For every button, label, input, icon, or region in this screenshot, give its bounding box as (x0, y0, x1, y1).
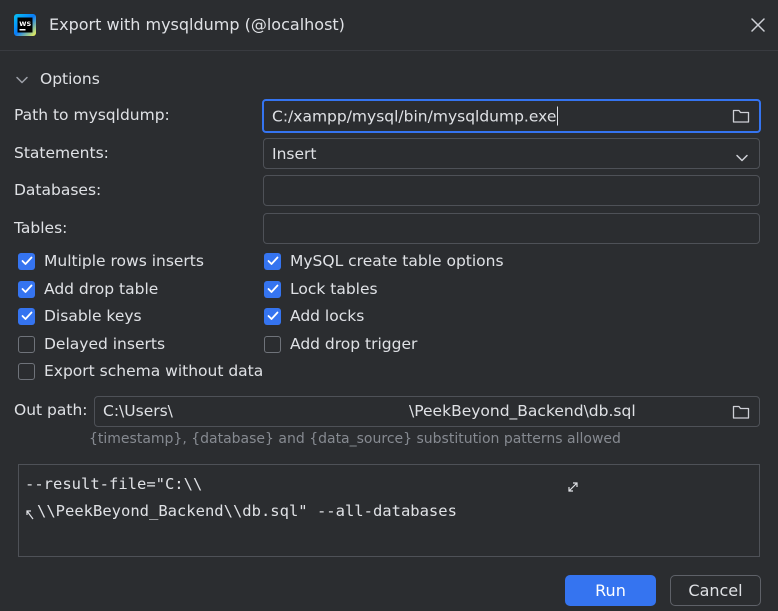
close-icon[interactable] (748, 15, 768, 35)
checkbox-unchecked-icon[interactable] (264, 335, 281, 353)
checkbox-checked-icon[interactable] (264, 252, 281, 270)
path-value-wrap: C:/xampp/mysql/bin/mysqldump.exe (272, 106, 559, 126)
checkbox-mysql-create-table-options[interactable]: MySQL create table options (264, 252, 504, 270)
checkbox-checked-icon[interactable] (264, 280, 281, 298)
webstorm-app-icon: WS (14, 14, 36, 36)
checkbox-lock-tables[interactable]: Lock tables (264, 280, 378, 298)
browse-folder-icon[interactable] (732, 108, 750, 124)
preview-line-1: --result-file="C:\\ (25, 475, 203, 493)
checkbox-disable-keys[interactable]: Disable keys (18, 307, 142, 325)
path-value: C:/xampp/mysql/bin/mysqldump.exe (272, 107, 557, 126)
cancel-button[interactable]: Cancel (670, 575, 761, 606)
title-divider (0, 50, 778, 51)
statements-value: Insert (272, 144, 317, 163)
dialog-title: Export with mysqldump (@localhost) (49, 15, 345, 34)
chevron-down-icon[interactable] (15, 73, 29, 87)
text-caret (557, 106, 559, 126)
checkbox-label: Add drop trigger (290, 335, 418, 353)
checkbox-checked-icon[interactable] (18, 280, 35, 298)
checkbox-label: Lock tables (290, 280, 378, 298)
browse-folder-icon[interactable] (732, 404, 750, 420)
checkbox-label: Delayed inserts (44, 335, 166, 353)
checkbox-checked-icon[interactable] (18, 252, 35, 270)
options-section-toggle[interactable]: Options (40, 70, 100, 88)
databases-label: Databases: (14, 181, 102, 199)
checkbox-add-drop-trigger[interactable]: Add drop trigger (264, 335, 417, 353)
path-field[interactable]: C:/xampp/mysql/bin/mysqldump.exe (262, 99, 761, 133)
checkbox-label: Add drop table (44, 280, 159, 298)
resize-arrow-icon (567, 479, 579, 492)
checkbox-export-schema-without-data[interactable]: Export schema without data (18, 362, 263, 380)
databases-input[interactable] (263, 175, 760, 206)
checkbox-add-locks[interactable]: Add locks (264, 307, 364, 325)
checkbox-label: Disable keys (44, 307, 142, 325)
tables-label: Tables: (14, 219, 68, 237)
checkbox-label: Add locks (290, 307, 365, 325)
out-path-label: Out path: (14, 401, 88, 419)
out-path-hint: {timestamp}, {database} and {data_source… (89, 431, 621, 447)
tables-input[interactable] (263, 213, 760, 244)
checkbox-delayed-inserts[interactable]: Delayed inserts (18, 335, 165, 353)
checkbox-add-drop-table[interactable]: Add drop table (18, 280, 158, 298)
checkbox-label: Multiple rows inserts (44, 252, 204, 270)
preview-line-2: \\PeekBeyond_Backend\\db.sql" --all-data… (37, 502, 457, 520)
path-label: Path to mysqldump: (14, 106, 170, 124)
checkbox-label: Export schema without data (44, 362, 264, 380)
app-icon-lettering: WS (19, 20, 31, 28)
run-button[interactable]: Run (565, 575, 656, 606)
resize-arrow-icon (25, 507, 35, 520)
statements-select[interactable]: Insert (263, 138, 760, 169)
out-path-value-start: C:\Users\ (103, 402, 173, 420)
checkbox-checked-icon[interactable] (18, 307, 35, 325)
checkbox-checked-icon[interactable] (264, 307, 281, 325)
command-preview[interactable]: --result-file="C:\\ \\PeekBeyond_Backend… (18, 464, 760, 557)
out-path-value-end: \PeekBeyond_Backend\db.sql (409, 402, 636, 420)
checkbox-unchecked-icon[interactable] (18, 335, 35, 353)
checkbox-unchecked-icon[interactable] (18, 362, 35, 380)
chevron-down-icon (735, 149, 749, 161)
statements-label: Statements: (14, 144, 109, 162)
out-path-input[interactable]: C:\Users\ \PeekBeyond_Backend\db.sql (94, 396, 760, 427)
checkbox-multiple-rows-inserts[interactable]: Multiple rows inserts (18, 252, 204, 270)
checkbox-label: MySQL create table options (290, 252, 504, 270)
